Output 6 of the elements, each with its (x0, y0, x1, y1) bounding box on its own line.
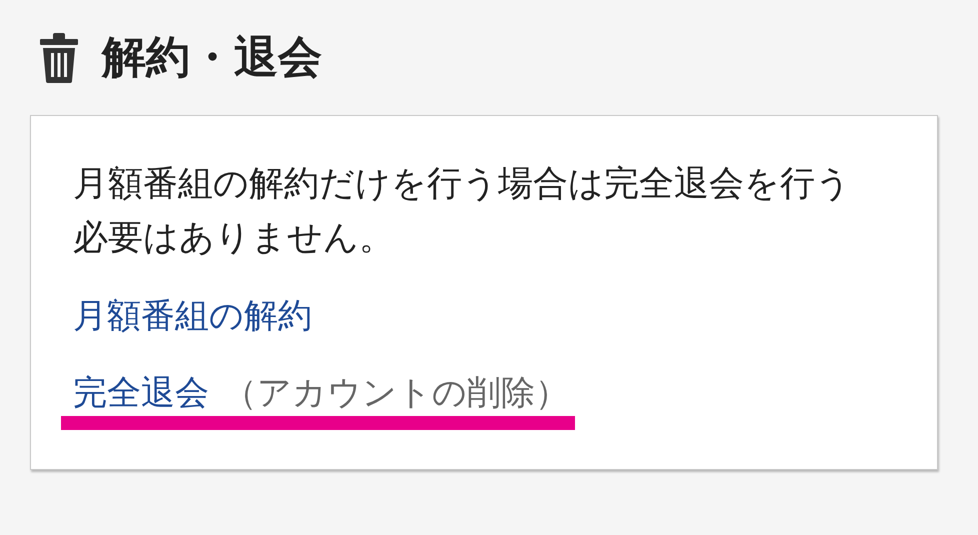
trash-icon (40, 32, 78, 82)
link[interactable]: 完全退会 (73, 373, 209, 413)
notice-text: 月額番組の解約だけを行う場合は完全退会を行う必要はありません。 (73, 163, 852, 260)
note-text: （アカウントの削除） (223, 373, 569, 413)
page-title: 解約・退会 (102, 36, 322, 80)
link[interactable]: 月額番組の解約 (73, 296, 312, 336)
